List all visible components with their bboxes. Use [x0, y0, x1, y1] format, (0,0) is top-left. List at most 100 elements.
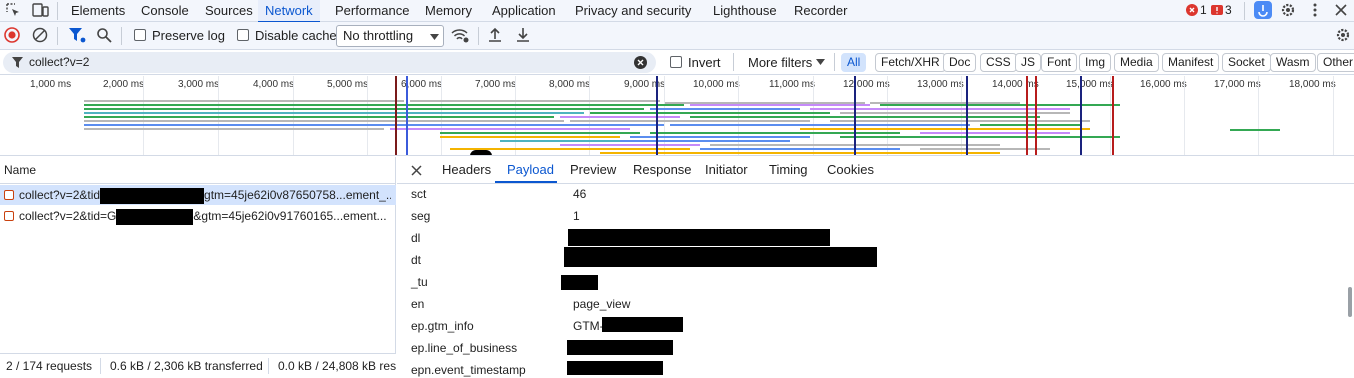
- timeline-tick: 12,000 ms: [843, 79, 890, 90]
- tab-response[interactable]: Response: [633, 162, 692, 177]
- invert-checkbox[interactable]: [670, 56, 682, 68]
- tab-network[interactable]: Network: [258, 0, 320, 23]
- waterfall-bar: [560, 116, 680, 118]
- clear-icon[interactable]: [32, 27, 48, 43]
- type-filter-wasm[interactable]: Wasm: [1270, 53, 1316, 72]
- timeline-overview[interactable]: 1,000 ms 2,000 ms 3,000 ms 4,000 ms 5,00…: [0, 76, 1354, 156]
- tab-initiator[interactable]: Initiator: [705, 162, 748, 177]
- preserve-log-label[interactable]: Preserve log: [152, 28, 225, 43]
- filter-input[interactable]: collect?v=2: [3, 52, 656, 73]
- type-filter-font[interactable]: Font: [1041, 53, 1078, 72]
- preserve-log-checkbox[interactable]: [134, 29, 146, 41]
- type-filter-other[interactable]: Other: [1317, 53, 1354, 72]
- tab-performance[interactable]: Performance: [335, 0, 409, 22]
- timeline-marker: [1112, 76, 1114, 155]
- more-icon[interactable]: [1309, 2, 1321, 18]
- import-icon[interactable]: [488, 27, 502, 43]
- timeline-tick: 1,000 ms: [30, 79, 72, 90]
- more-filters-button[interactable]: More filters: [748, 55, 812, 70]
- table-row[interactable]: collect?v=2&tid gtm=45je62i0v87650758...e…: [0, 185, 396, 205]
- network-settings-icon[interactable]: [1335, 27, 1351, 43]
- timeline-tick: 14,000 ms: [992, 79, 1039, 90]
- timeline-marker: [395, 76, 397, 155]
- type-filter-img[interactable]: Img: [1079, 53, 1112, 72]
- type-filter-manifest[interactable]: Manifest: [1162, 53, 1220, 72]
- tab-privacy-security[interactable]: Privacy and security: [575, 0, 691, 22]
- tab-cookies[interactable]: Cookies: [827, 162, 874, 177]
- throttling-select[interactable]: No throttling: [336, 25, 444, 47]
- tab-sources[interactable]: Sources: [205, 0, 253, 22]
- tab-timing[interactable]: Timing: [769, 162, 808, 177]
- payload-scrollbar[interactable]: [1348, 287, 1352, 317]
- type-filter-socket[interactable]: Socket: [1222, 53, 1271, 72]
- profile-icon[interactable]: [1254, 1, 1272, 19]
- clear-filter-icon[interactable]: [634, 56, 647, 69]
- device-icon[interactable]: [31, 2, 49, 18]
- export-icon[interactable]: [516, 27, 530, 43]
- table-row[interactable]: collect?v=2&tid=G &gtm=45je62i0v91760165.…: [0, 206, 396, 226]
- waterfall-bar: [84, 100, 404, 102]
- inspect-icon[interactable]: [5, 2, 21, 18]
- filter-bar: collect?v=2 Invert More filters All Fetc…: [0, 50, 1354, 75]
- redacted-value: [602, 317, 683, 332]
- tab-application[interactable]: Application: [492, 0, 556, 22]
- divider: [268, 358, 269, 374]
- divider: [478, 27, 479, 45]
- settings-icon[interactable]: [1280, 2, 1296, 18]
- tab-console[interactable]: Console: [141, 0, 189, 22]
- type-filter-all[interactable]: All: [841, 53, 867, 72]
- search-icon[interactable]: [96, 27, 112, 43]
- timeline-marker: [656, 76, 658, 155]
- redacted-block: [116, 208, 194, 225]
- detail-tab-bar: Headers Payload Preview Response Initiat…: [397, 157, 1354, 184]
- waterfall-bar: [650, 108, 800, 110]
- waterfall-bar: [84, 104, 684, 106]
- type-filter-js[interactable]: JS: [1015, 53, 1042, 72]
- record-icon[interactable]: [4, 27, 20, 43]
- waterfall-bar: [690, 104, 870, 106]
- waterfall-bar: [390, 128, 630, 130]
- divider: [121, 27, 122, 45]
- waterfall-bar: [1230, 129, 1280, 131]
- tab-memory[interactable]: Memory: [425, 0, 472, 22]
- timeline-tick: 5,000 ms: [327, 79, 369, 90]
- filter-icon: [12, 57, 23, 68]
- timeline-tick: 11,000 ms: [769, 79, 815, 90]
- tab-headers[interactable]: Headers: [442, 162, 491, 177]
- type-filter-doc[interactable]: Doc: [943, 53, 977, 72]
- tab-payload[interactable]: Payload: [507, 162, 554, 177]
- waterfall-bar: [700, 148, 900, 150]
- dropdown-icon[interactable]: [816, 59, 825, 65]
- disable-cache-label[interactable]: Disable cache: [255, 28, 337, 43]
- divider: [733, 53, 734, 71]
- waterfall-bar: [920, 132, 1070, 134]
- waterfall-bar: [84, 116, 554, 118]
- disable-cache-checkbox[interactable]: [237, 29, 249, 41]
- type-filter-media[interactable]: Media: [1114, 53, 1159, 72]
- main-tab-bar: Elements Console Sources Network Perform…: [0, 0, 1354, 23]
- invert-label[interactable]: Invert: [688, 55, 721, 70]
- waterfall-bar: [620, 140, 790, 142]
- waterfall-bar: [880, 104, 1120, 106]
- network-conditions-icon[interactable]: [451, 27, 469, 43]
- active-tab-indicator: [495, 181, 557, 183]
- tab-elements[interactable]: Elements: [71, 0, 125, 22]
- name-column-header[interactable]: Name: [0, 157, 395, 184]
- tab-recorder[interactable]: Recorder: [794, 0, 847, 22]
- timeline-tick: 9,000 ms: [624, 79, 666, 90]
- close-icon[interactable]: [1334, 3, 1348, 17]
- request-count: 2 / 174 requests: [6, 359, 93, 373]
- param-key: dt: [411, 253, 422, 267]
- waterfall-bar: [650, 132, 900, 134]
- type-filter-fetch-xhr[interactable]: Fetch/XHR: [875, 53, 946, 72]
- close-panel-icon[interactable]: [411, 165, 422, 176]
- request-type-icon: [4, 190, 14, 200]
- network-toolbar: Preserve log Disable cache No throttling: [0, 22, 1354, 50]
- redacted-value: [564, 247, 877, 267]
- type-filter-css[interactable]: CSS: [980, 53, 1017, 72]
- tab-lighthouse[interactable]: Lighthouse: [713, 0, 777, 22]
- filter-icon[interactable]: [68, 27, 86, 43]
- timeline-tick: 18,000 ms: [1289, 79, 1336, 90]
- tab-preview[interactable]: Preview: [570, 162, 616, 177]
- request-name-prefix: collect?v=2&tid=G: [19, 209, 117, 223]
